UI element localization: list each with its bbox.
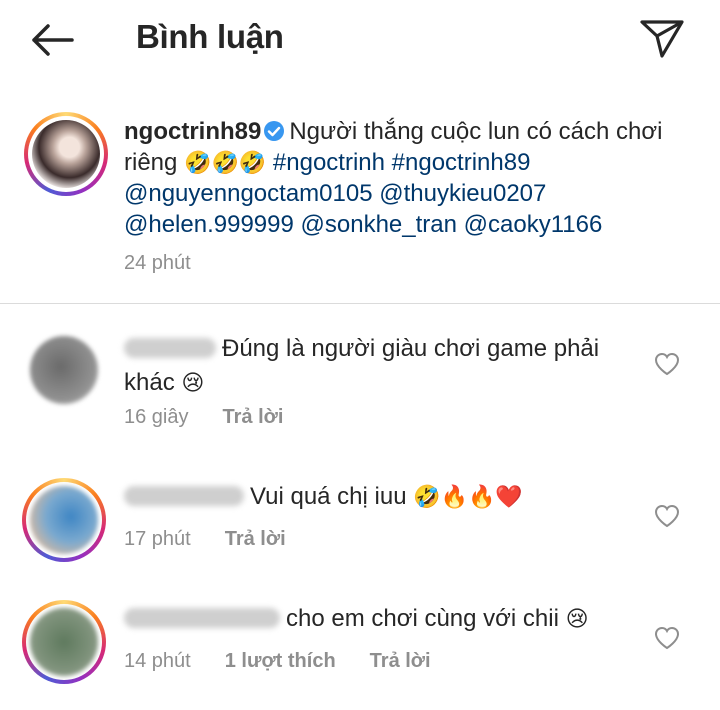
top-bar: Bình luận [0, 0, 720, 80]
share-button[interactable] [638, 16, 686, 60]
divider [0, 303, 720, 304]
commenter-username[interactable] [124, 338, 216, 358]
like-count[interactable]: 1 lượt thích [225, 650, 336, 673]
comment-meta: 14 phút 1 lượt thích Trả lời [124, 650, 465, 673]
page-title: Bình luận [136, 18, 284, 55]
comment-emoji: 😢 [565, 606, 589, 631]
heart-icon[interactable] [654, 504, 680, 528]
back-button[interactable] [28, 20, 78, 60]
comment-emoji: 🤣🔥🔥❤️ [413, 484, 523, 509]
caption-timestamp: 24 phút [124, 252, 191, 274]
reply-button[interactable]: Trả lời [223, 406, 284, 429]
comment-emoji: 😢 [181, 370, 205, 395]
comment-meta: 17 phút Trả lời [124, 528, 320, 551]
comment-item: Đúng là người giàu chơi game phải khác 😢… [0, 320, 720, 440]
comment-meta: 16 giây Trả lời [124, 406, 317, 429]
comment-item: Vui quá chị iuu 🤣🔥🔥❤️ 17 phút Trả lời [0, 470, 720, 580]
post-caption: ngoctrinh89 Người thắng cuộc lun có cách … [0, 102, 720, 304]
commenter-avatar[interactable] [22, 478, 106, 562]
commenter-username[interactable] [124, 608, 280, 628]
comment-text: cho em chơi cùng với chii 😢 [124, 602, 644, 636]
caption-mentions[interactable]: @nguyenngoctam0105 @thuykieu0207 @helen.… [124, 180, 602, 238]
comment-text: Vui quá chị iuu 🤣🔥🔥❤️ [124, 480, 644, 514]
avatar[interactable] [24, 112, 108, 196]
reply-button[interactable]: Trả lời [370, 650, 431, 673]
commenter-avatar[interactable] [22, 600, 106, 684]
caption-username[interactable]: ngoctrinh89 [124, 118, 261, 145]
comment-timestamp: 17 phút [124, 528, 191, 550]
heart-icon[interactable] [654, 626, 680, 650]
comment-timestamp: 16 giây [124, 406, 189, 428]
commenter-avatar[interactable] [30, 336, 98, 404]
caption-text: ngoctrinh89 Người thắng cuộc lun có cách … [124, 116, 684, 240]
back-arrow-icon [32, 24, 74, 56]
verified-badge-icon [264, 121, 285, 141]
commenter-username[interactable] [124, 486, 244, 506]
reply-button[interactable]: Trả lời [225, 528, 286, 551]
comment-item: cho em chơi cùng với chii 😢 14 phút 1 lượ… [0, 592, 720, 702]
send-icon [640, 20, 684, 58]
caption-hashtags[interactable]: #ngoctrinh #ngoctrinh89 [266, 149, 531, 176]
caption-emojis: 🤣🤣🤣 [184, 150, 267, 175]
comment-timestamp: 14 phút [124, 650, 191, 672]
heart-icon[interactable] [654, 352, 680, 376]
comment-text: Đúng là người giàu chơi game phải khác 😢 [124, 335, 600, 396]
